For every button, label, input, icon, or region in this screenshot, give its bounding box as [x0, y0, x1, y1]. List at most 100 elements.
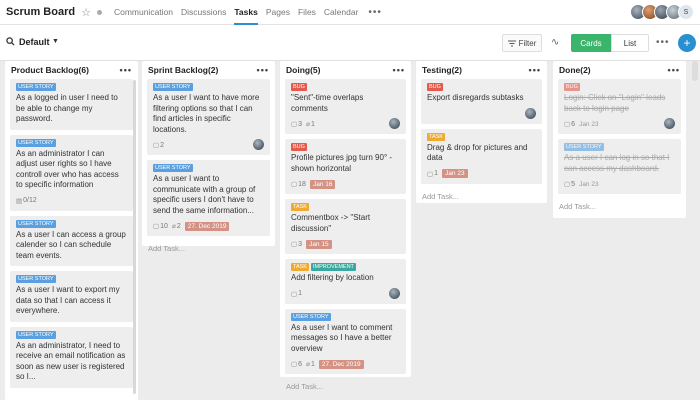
- card-title: Profile pictures jpg turn 90° - shown ho…: [291, 153, 393, 173]
- chevron-down-icon[interactable]: ▼: [52, 38, 59, 45]
- comment-count: 6: [571, 120, 576, 128]
- more-icon[interactable]: •••: [393, 65, 405, 75]
- avatar[interactable]: S: [678, 4, 694, 20]
- comment-icon: ▢: [153, 223, 160, 230]
- due-date: Jan 23: [579, 180, 599, 188]
- scrollbar[interactable]: [133, 80, 136, 394]
- tag-badge: BUG: [291, 83, 307, 91]
- card-title: Login: Click on "Login" leads back to lo…: [564, 93, 666, 113]
- assignee-avatar[interactable]: [525, 107, 536, 119]
- card-title: As a user I want to have more filtering …: [153, 93, 260, 134]
- more-icon[interactable]: •••: [257, 65, 269, 75]
- filter-button[interactable]: Filter: [502, 34, 542, 52]
- view-selector[interactable]: Default: [19, 37, 50, 47]
- task-card[interactable]: BUG Export disregards subtasks: [421, 79, 542, 124]
- task-card[interactable]: USER STORY As a user I can log in so that…: [558, 139, 681, 194]
- due-date: Jan 23: [579, 120, 599, 128]
- task-card[interactable]: USER STORY As a user I want to export my …: [10, 271, 133, 322]
- tag-badge: USER STORY: [16, 138, 56, 147]
- tab-calendar[interactable]: Calendar: [324, 0, 359, 25]
- comment-icon: ▢: [153, 142, 160, 149]
- tab-tasks[interactable]: Tasks: [234, 0, 259, 25]
- more-icon[interactable]: •••: [120, 65, 132, 75]
- add-task-link[interactable]: Add Task...: [416, 189, 547, 209]
- card-title: As a user I can access a group calender …: [16, 229, 126, 260]
- task-card[interactable]: TASK Drag & drop for pictures and data ▢ 1 J…: [421, 128, 542, 184]
- checklist-count: 0/12: [23, 197, 37, 204]
- tag-badge: USER STORY: [564, 143, 604, 151]
- task-card[interactable]: USER STORY As a user I can access a group…: [10, 215, 133, 266]
- tag-badge: TASK: [291, 263, 309, 271]
- task-card[interactable]: TASK IMPROVEMENT Add filtering by location…: [285, 259, 406, 304]
- page-scrollbar[interactable]: [692, 61, 698, 81]
- comment-count: 10: [160, 222, 168, 230]
- attachment-icon: ⌀: [306, 361, 310, 368]
- due-date-badge: Jan 15: [306, 239, 332, 249]
- toolbar: Default ▼ Filter ∿ Cards List ••• +: [0, 25, 700, 61]
- add-task-link[interactable]: Add Task...: [280, 379, 411, 399]
- more-icon[interactable]: •••: [656, 37, 670, 48]
- task-card[interactable]: USER STORY As an administrator I can adju…: [10, 134, 133, 211]
- add-task-link[interactable]: Add Task...: [553, 199, 686, 219]
- tag-badge: TASK: [291, 203, 309, 211]
- checklist-icon: ▤: [16, 197, 23, 205]
- column-title: Product Backlog(6): [11, 65, 89, 75]
- assignee-avatar[interactable]: [664, 118, 675, 129]
- comment-icon: ▢: [291, 241, 298, 248]
- more-icon[interactable]: •••: [668, 65, 680, 75]
- comment-count: 1: [298, 290, 303, 297]
- task-card[interactable]: BUG "Sent"-time overlaps comments ▢ 3 ⌀ 1: [285, 79, 406, 134]
- attachment-icon: ⌀: [306, 121, 310, 128]
- add-task-link[interactable]: Add Task...: [142, 241, 275, 261]
- card-title: As a user I can log in so that I can acc…: [564, 153, 670, 173]
- search-icon[interactable]: [6, 37, 15, 46]
- task-card[interactable]: BUG Profile pictures jpg turn 90° - shown…: [285, 139, 406, 194]
- task-card[interactable]: BUG Login: Click on "Login" leads back to…: [558, 79, 681, 134]
- tag-badge: USER STORY: [16, 330, 56, 339]
- task-card[interactable]: USER STORY As a logged in user I need to …: [10, 79, 133, 130]
- card-title: Add filtering by location: [291, 273, 374, 282]
- activity-icon[interactable]: ∿: [551, 37, 559, 48]
- star-icon[interactable]: ☆: [81, 6, 91, 19]
- task-card[interactable]: TASK Commentbox -> "Start discussion" ▢ 3 Ja…: [285, 199, 406, 254]
- task-card[interactable]: USER STORY As a user I want to have more …: [147, 79, 270, 155]
- tag-badge: USER STORY: [16, 83, 56, 91]
- comment-icon: ▢: [291, 121, 298, 128]
- more-icon[interactable]: •••: [368, 7, 382, 18]
- tab-pages[interactable]: Pages: [266, 0, 290, 25]
- assignee-avatar[interactable]: [389, 118, 400, 129]
- comment-count: 3: [298, 120, 303, 128]
- list-view-button[interactable]: List: [611, 34, 649, 52]
- add-button[interactable]: +: [678, 34, 696, 52]
- column-sprint-backlog: Sprint Backlog(2) ••• USER STORY As a user…: [142, 61, 275, 253]
- tag-badge: USER STORY: [16, 275, 56, 283]
- comment-count: 1: [434, 170, 439, 177]
- comment-count: 6: [298, 360, 303, 368]
- tab-files[interactable]: Files: [298, 0, 316, 25]
- due-date-badge: Jan 16: [309, 179, 336, 189]
- assignee-avatar[interactable]: [253, 139, 264, 150]
- tag-badge: USER STORY: [153, 164, 193, 172]
- task-card[interactable]: USER STORY As a user I want to communicat…: [147, 160, 270, 236]
- cards-view-button[interactable]: Cards: [571, 34, 611, 52]
- card-title: As a user I want to export my data so th…: [16, 285, 120, 315]
- attachment-icon: ⌀: [171, 223, 176, 230]
- card-title: As an administrator I can adjust user ri…: [16, 148, 119, 190]
- attachment-count: 2: [176, 222, 181, 230]
- card-title: "Sent"-time overlaps comments: [291, 93, 364, 113]
- filter-label: Filter: [518, 38, 537, 48]
- assignee-avatar[interactable]: [389, 287, 400, 299]
- tag-badge: BUG: [427, 83, 443, 91]
- status-dot-icon: [96, 9, 102, 15]
- tag-badge: BUG: [291, 143, 307, 151]
- task-card[interactable]: USER STORY As a user I want to comment me…: [285, 308, 406, 374]
- member-avatars[interactable]: S: [630, 4, 694, 20]
- tag-badge: TASK: [427, 132, 445, 141]
- tab-discussions[interactable]: Discussions: [181, 0, 226, 25]
- more-icon[interactable]: •••: [529, 65, 541, 75]
- tag-badge: USER STORY: [153, 83, 193, 91]
- task-card[interactable]: USER STORY As an administrator, I need to…: [10, 326, 133, 388]
- comment-icon: ▢: [564, 121, 571, 128]
- attachment-count: 1: [310, 120, 315, 128]
- tab-communication[interactable]: Communication: [114, 0, 173, 25]
